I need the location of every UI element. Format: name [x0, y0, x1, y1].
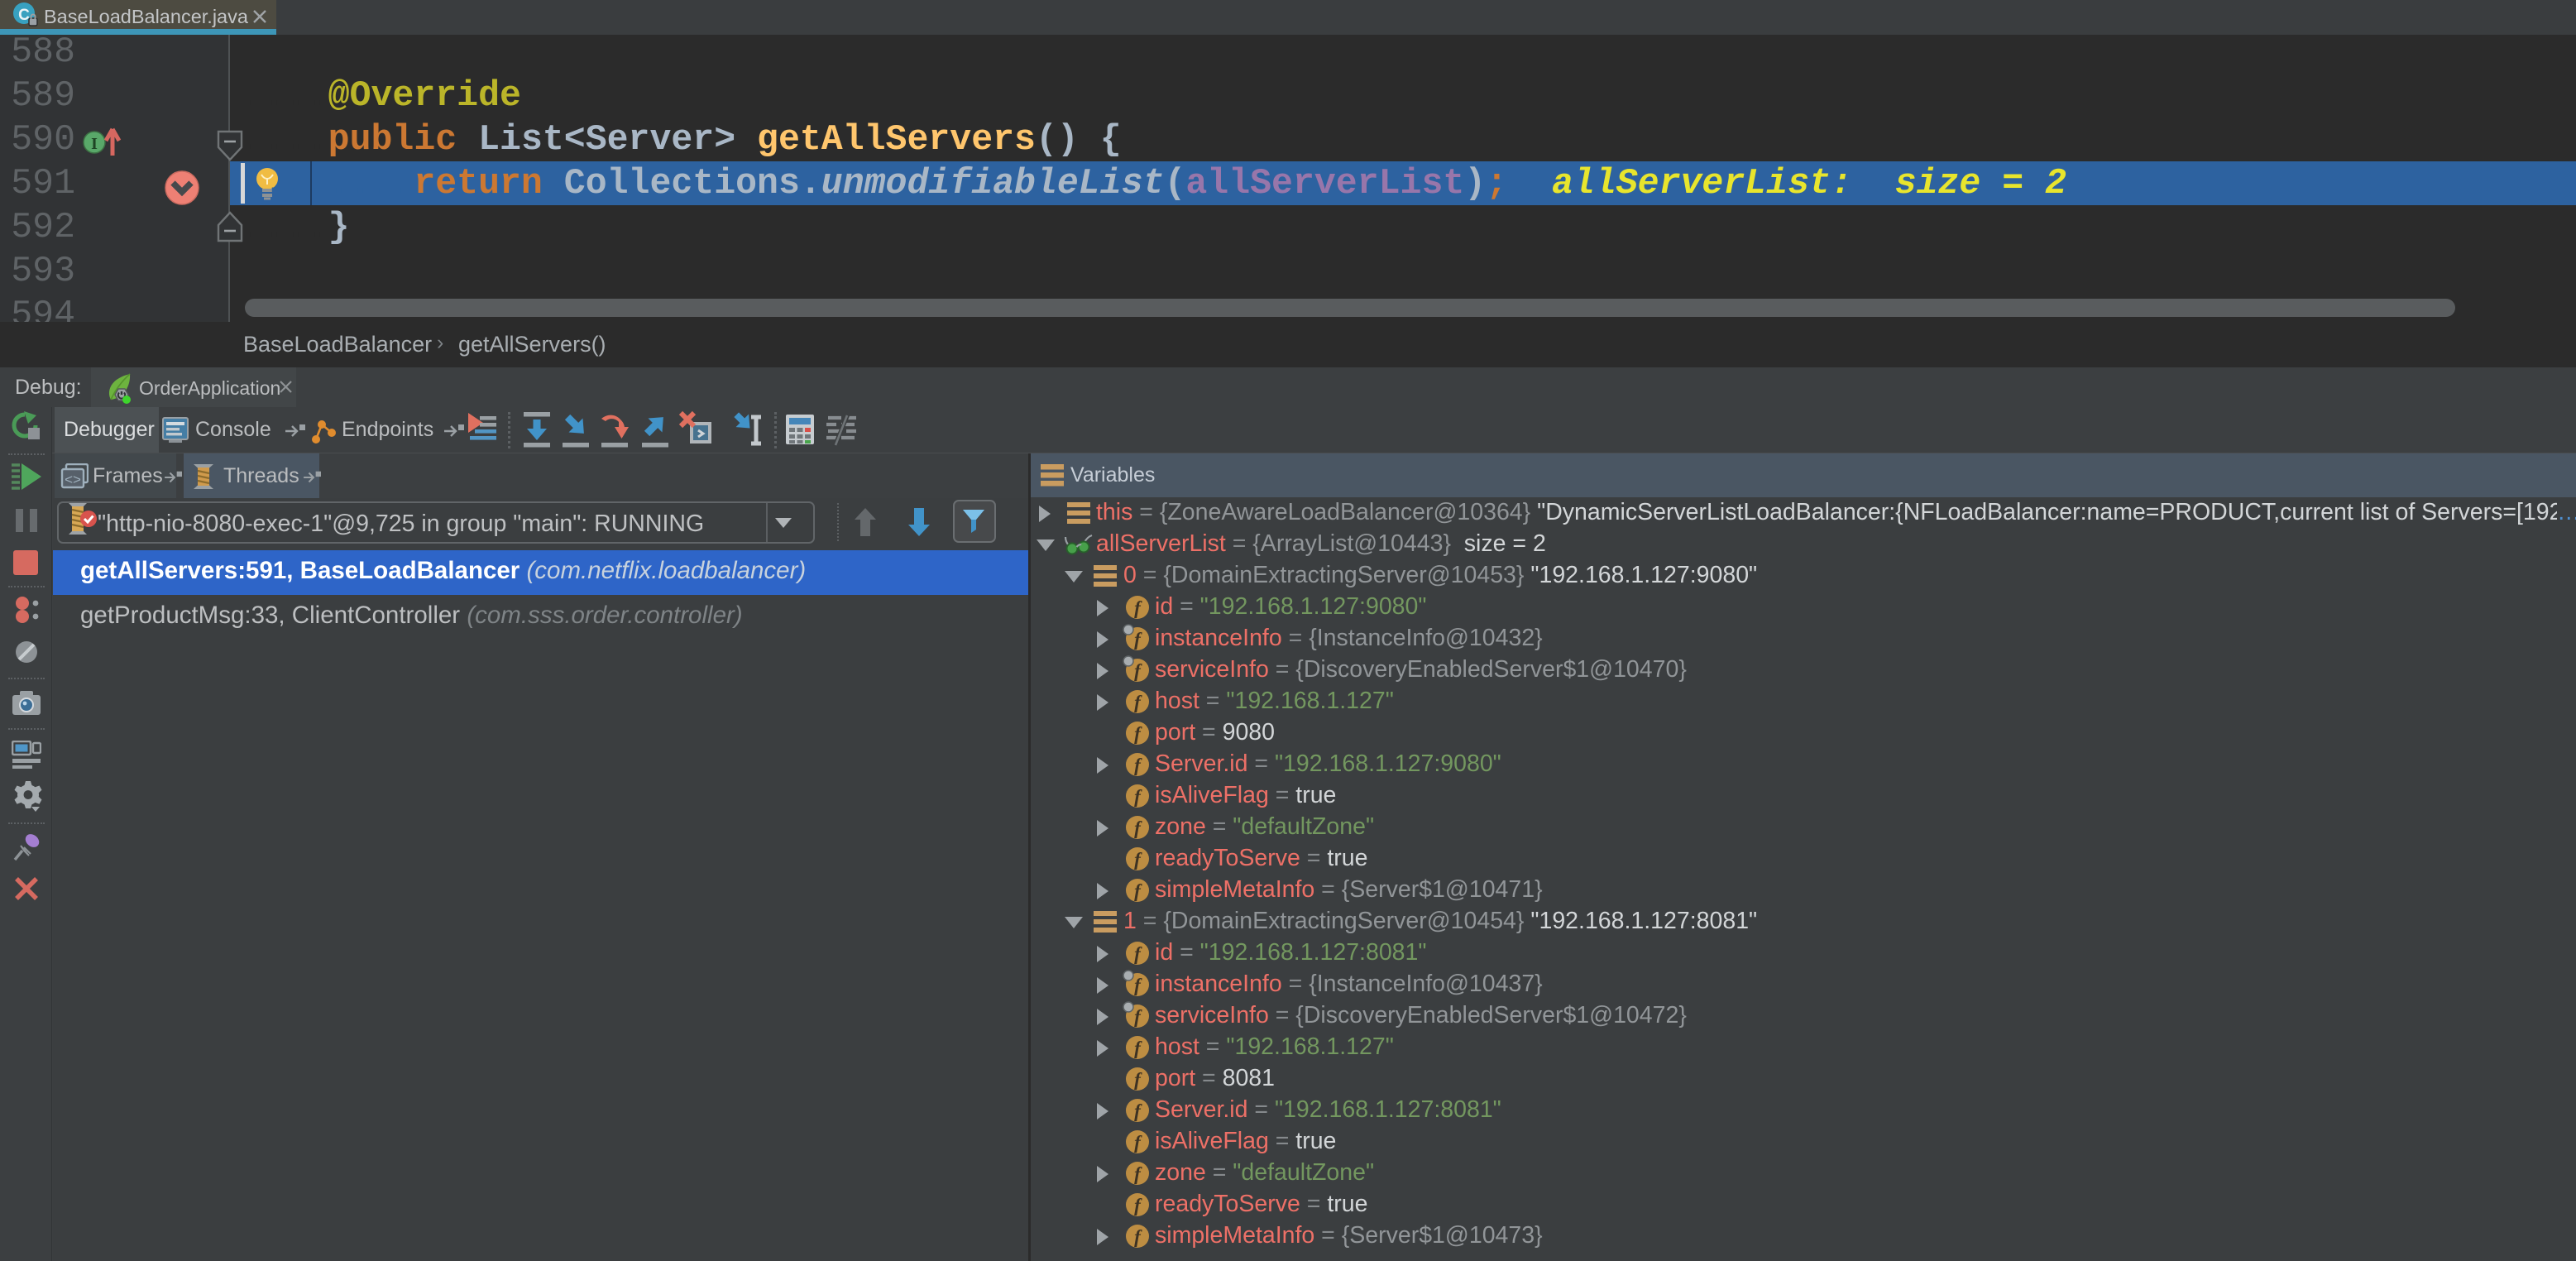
svg-text:<>: <> — [65, 472, 81, 487]
svg-text:C: C — [18, 7, 30, 24]
svg-text:I: I — [91, 135, 98, 153]
